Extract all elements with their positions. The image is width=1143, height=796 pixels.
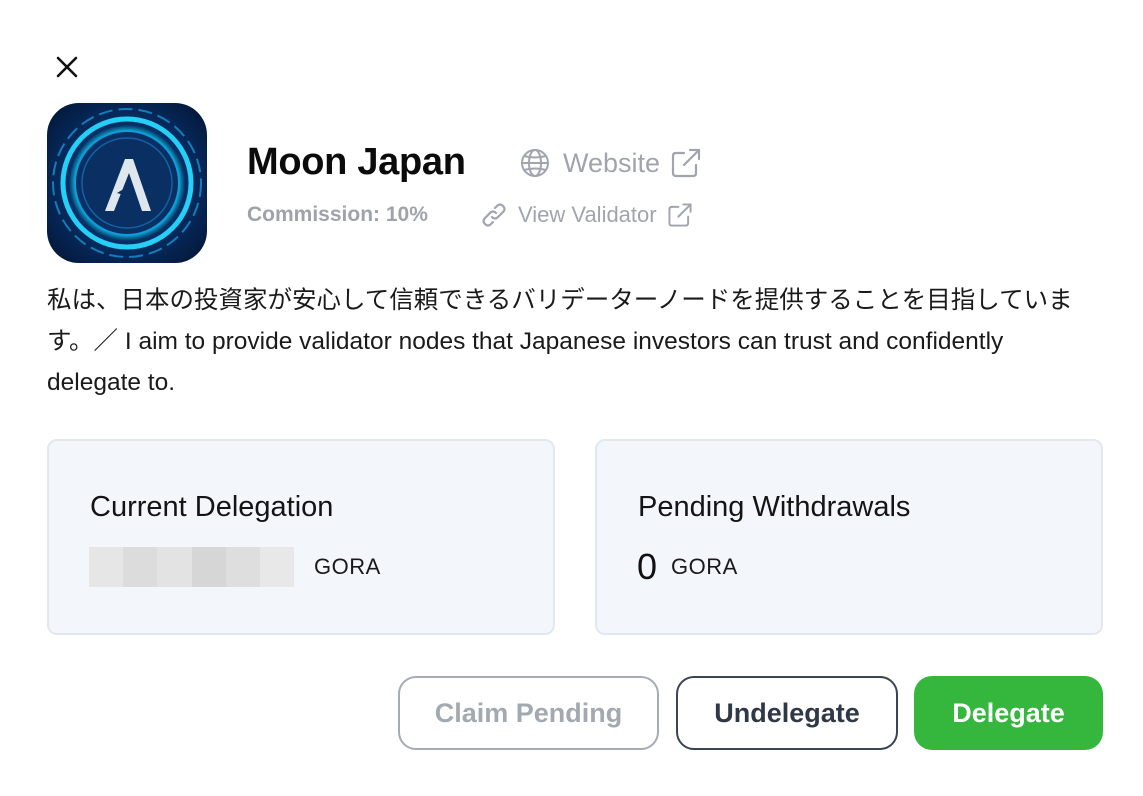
website-label: Website xyxy=(563,147,661,178)
globe-icon xyxy=(519,147,551,179)
validator-description: 私は、日本の投資家が安心して信頼できるバリデーターノードを提供することを目指して… xyxy=(47,287,1073,396)
external-link-icon xyxy=(670,147,702,179)
pending-withdrawals-value: 0 xyxy=(637,546,658,587)
current-delegation-value-row: GORA xyxy=(89,547,381,587)
delegate-button[interactable]: Delegate xyxy=(914,676,1103,750)
undelegate-button[interactable]: Undelegate xyxy=(676,676,898,750)
validator-logo xyxy=(47,103,207,263)
validator-modal: Moon Japan Website Commission: 10% View … xyxy=(0,0,1143,796)
pending-withdrawals-value-row: 0 GORA xyxy=(637,546,738,587)
link-icon xyxy=(480,201,508,229)
algorand-logo-icon xyxy=(47,103,207,263)
validator-name: Moon Japan xyxy=(247,141,466,183)
view-validator-label: View Validator xyxy=(518,202,657,227)
close-icon xyxy=(56,56,78,78)
website-link[interactable]: Website xyxy=(519,144,702,182)
current-delegation-title: Current Delegation xyxy=(90,491,334,523)
pending-withdrawals-card: Pending Withdrawals 0 GORA xyxy=(595,439,1103,635)
commission-text: Commission: 10% xyxy=(247,203,428,226)
redacted-amount xyxy=(89,547,295,587)
claim-pending-button[interactable]: Claim Pending xyxy=(398,676,659,750)
pending-withdrawals-title: Pending Withdrawals xyxy=(638,491,911,523)
close-button[interactable] xyxy=(50,50,84,84)
current-delegation-card: Current Delegation GORA xyxy=(47,439,555,635)
view-validator-link[interactable]: View Validator xyxy=(480,200,693,230)
current-delegation-unit: GORA xyxy=(314,554,381,579)
pending-withdrawals-unit: GORA xyxy=(671,554,738,579)
external-link-icon xyxy=(667,202,693,228)
